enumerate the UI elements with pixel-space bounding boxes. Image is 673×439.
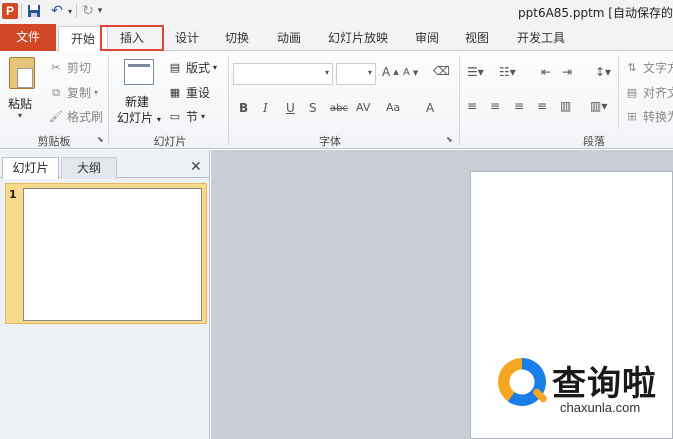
new-slide-icon[interactable]: [124, 59, 154, 85]
group-label-clipboard: 剪贴板: [37, 135, 71, 148]
align-center-icon[interactable]: ≡: [490, 99, 500, 113]
undo-dropdown-icon[interactable]: ▾: [66, 3, 74, 19]
watermark-logo-icon: [498, 358, 546, 406]
bold-button[interactable]: B: [239, 101, 248, 115]
tab-design[interactable]: 设计: [170, 26, 204, 50]
font-color-button[interactable]: A: [426, 101, 434, 115]
customize-qat-icon[interactable]: ▾: [95, 3, 105, 19]
group-label-paragraph: 段落: [583, 135, 605, 148]
new-slide-dropdown-icon: ▾: [156, 115, 161, 124]
chevron-down-icon: ▾: [324, 68, 329, 77]
chevron-down-icon: ▾: [367, 68, 372, 77]
tab-view[interactable]: 视图: [460, 26, 494, 50]
tab-transitions[interactable]: 切换: [220, 26, 254, 50]
group-separator: [108, 55, 109, 145]
save-icon[interactable]: [26, 3, 42, 19]
ribbon-tab-row: 文件 开始 插入 设计 切换 动画 幻灯片放映 审阅 视图 开发工具: [0, 24, 673, 52]
reset-icon: ▦: [169, 85, 181, 99]
slides-pane-tabs: 幻灯片 大纲 ✕: [0, 154, 210, 179]
paste-button[interactable]: 粘贴: [8, 95, 32, 112]
text-direction-icon: ⇅: [627, 60, 637, 74]
qat-separator: [76, 4, 77, 18]
brush-icon: 🖌: [49, 109, 63, 123]
new-slide-button[interactable]: 新建: [125, 93, 149, 110]
strikethrough-button[interactable]: abc: [330, 103, 348, 114]
group-separator: [228, 55, 229, 145]
line-spacing-icon[interactable]: ↕▾: [595, 65, 611, 79]
copy-button[interactable]: ⧉ 复制 ▾: [48, 84, 98, 101]
change-case-button[interactable]: Aa: [386, 101, 400, 114]
clear-format-icon[interactable]: ⌫: [433, 64, 450, 78]
powerpoint-icon[interactable]: P: [2, 3, 18, 19]
tab-animations[interactable]: 动画: [272, 26, 306, 50]
paste-dropdown-icon[interactable]: ▾: [18, 111, 22, 120]
reset-button[interactable]: ▦ 重设: [167, 84, 210, 101]
copy-icon: ⧉: [52, 85, 60, 99]
slide-thumbnail[interactable]: [23, 188, 202, 321]
cut-button[interactable]: ✂ 剪切: [48, 59, 91, 76]
slides-pane: 幻灯片 大纲 ✕ 1: [0, 150, 210, 439]
new-slide-label[interactable]: 幻灯片 ▾: [117, 109, 161, 126]
font-size-combo[interactable]: ▾: [336, 63, 376, 85]
paste-icon[interactable]: [9, 57, 35, 89]
section-dropdown-icon: ▾: [201, 112, 206, 121]
slide-thumbnail-selected[interactable]: 1: [5, 183, 207, 324]
shrink-font-button[interactable]: A ▼: [403, 67, 418, 78]
group-separator: [618, 55, 619, 129]
tab-slideshow[interactable]: 幻灯片放映: [322, 26, 394, 50]
shadow-button[interactable]: S: [309, 101, 317, 115]
tab-slides[interactable]: 幻灯片: [2, 157, 59, 179]
align-left-icon[interactable]: ≡: [467, 99, 477, 113]
font-name-combo[interactable]: ▾: [233, 63, 333, 85]
smartart-icon: ⊞: [627, 109, 637, 123]
tab-insert[interactable]: 插入: [100, 25, 164, 51]
group-separator: [459, 55, 460, 145]
copy-dropdown-icon: ▾: [94, 88, 99, 97]
italic-button[interactable]: I: [263, 101, 268, 115]
layout-icon: ▤: [169, 60, 181, 74]
watermark-url: chaxunla.com: [560, 400, 641, 415]
group-label-font: 字体: [319, 135, 341, 148]
layout-button[interactable]: ▤ 版式 ▾: [167, 59, 217, 76]
dialog-launcher-icon[interactable]: ⬊: [446, 135, 453, 144]
group-label-slides: 幻灯片: [153, 135, 187, 148]
document-title: ppt6A85.pptm [自动保存的: [518, 6, 673, 20]
increase-indent-icon[interactable]: ⇥: [562, 65, 572, 79]
scissors-icon: ✂: [51, 60, 61, 74]
tab-developer[interactable]: 开发工具: [510, 26, 572, 50]
columns-icon[interactable]: ▥▾: [590, 99, 607, 113]
align-right-icon[interactable]: ≡: [514, 99, 524, 113]
align-text-icon: ▤: [626, 85, 638, 99]
dialog-launcher-icon[interactable]: ⬊: [97, 135, 104, 144]
grow-font-button[interactable]: A ▲: [382, 65, 399, 79]
ribbon-home: 粘贴 ▾ ✂ 剪切 ⧉ 复制 ▾ 🖌 格式刷 剪贴板 ⬊ 新建 幻灯片 ▾ ▤ …: [0, 51, 673, 149]
section-icon: ▭: [169, 109, 181, 123]
numbering-icon[interactable]: ☷▾: [499, 65, 516, 79]
qat-separator: [21, 4, 22, 18]
text-direction-button[interactable]: ⇅ 文字方: [624, 59, 673, 76]
tab-outline[interactable]: 大纲: [61, 157, 117, 179]
undo-icon[interactable]: ↶: [49, 3, 65, 19]
slide-number: 1: [9, 188, 17, 201]
bullets-icon[interactable]: ☰▾: [467, 65, 484, 79]
close-icon[interactable]: ✕: [190, 159, 202, 175]
redo-icon[interactable]: ↻: [80, 3, 96, 19]
align-text-button[interactable]: ▤ 对齐文: [624, 84, 673, 101]
tab-file[interactable]: 文件: [0, 24, 56, 51]
char-spacing-button[interactable]: AV: [356, 101, 370, 114]
justify-icon[interactable]: ≡: [537, 99, 547, 113]
tab-review[interactable]: 审阅: [410, 26, 444, 50]
title-bar: P ↶ ▾ ↻ ▾ ppt6A85.pptm [自动保存的: [0, 0, 673, 24]
watermark-text: 查询啦: [552, 364, 657, 404]
decrease-indent-icon[interactable]: ⇤: [541, 65, 551, 79]
distributed-icon[interactable]: ▥: [560, 99, 571, 113]
section-button[interactable]: ▭ 节 ▾: [167, 108, 205, 125]
convert-smartart-button[interactable]: ⊞ 转换为: [624, 108, 673, 125]
underline-button[interactable]: U: [286, 101, 295, 115]
format-painter-button[interactable]: 🖌 格式刷: [48, 108, 103, 125]
layout-dropdown-icon: ▾: [213, 63, 218, 72]
